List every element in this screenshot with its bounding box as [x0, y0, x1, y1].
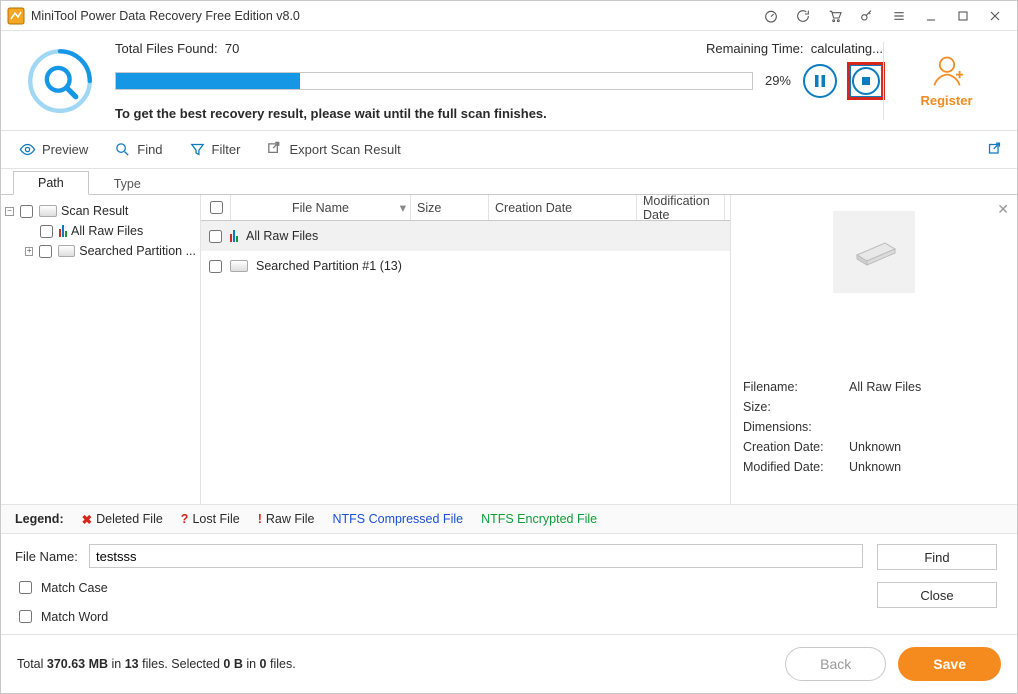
cart-icon[interactable] — [819, 1, 851, 31]
app-logo-icon — [7, 7, 25, 25]
sort-desc-icon: ▾ — [400, 200, 406, 215]
meta-cd-k: Creation Date: — [743, 440, 839, 454]
meta-md-k: Modified Date: — [743, 460, 839, 474]
filter-button[interactable]: Filter — [189, 141, 241, 158]
tab-type[interactable]: Type — [89, 172, 166, 195]
tree-item-label: Searched Partition ... — [79, 244, 196, 258]
thumbnail — [833, 211, 915, 293]
drive-icon — [230, 260, 248, 272]
total-files-label: Total Files Found: 70 — [115, 41, 239, 56]
share-icon[interactable] — [986, 141, 1003, 158]
scan-magnifier-icon — [25, 46, 95, 116]
menu-icon[interactable] — [883, 1, 915, 31]
key-icon[interactable] — [851, 1, 883, 31]
legend-raw: !Raw File — [258, 512, 315, 526]
match-case-checkbox[interactable] — [19, 581, 32, 594]
tree-item-label: All Raw Files — [71, 224, 143, 238]
details-pane: ✕ Filename: All Raw Files Size: Dimension… — [731, 195, 1017, 504]
legend-ntfs-encrypted: NTFS Encrypted File — [481, 512, 597, 526]
tree-pane: − Scan Result All Raw Files + Searched P… — [1, 195, 201, 504]
result-tabs: Path Type — [1, 169, 1017, 195]
col-filename[interactable]: File Name▾ — [231, 195, 411, 220]
match-word-label: Match Word — [41, 610, 108, 624]
drive-icon — [39, 205, 57, 217]
content-area: − Scan Result All Raw Files + Searched P… — [1, 195, 1017, 504]
meta-md-v: Unknown — [849, 460, 901, 474]
row-name: Searched Partition #1 (13) — [254, 259, 402, 273]
scan-hint: To get the best recovery result, please … — [115, 106, 883, 121]
user-add-icon — [929, 53, 965, 89]
tree-root-checkbox[interactable] — [20, 205, 33, 218]
drive-icon — [58, 245, 75, 257]
footer-bar: Total 370.63 MB in 13 files. Selected 0 … — [1, 635, 1017, 693]
toolbar: Preview Find Filter Export Scan Result — [1, 131, 1017, 169]
match-word-checkbox[interactable] — [19, 610, 32, 623]
expand-icon[interactable]: + — [25, 247, 33, 256]
back-button[interactable]: Back — [785, 647, 886, 681]
register-label[interactable]: Register — [920, 93, 972, 108]
register-panel[interactable]: Register — [883, 42, 993, 120]
stop-button[interactable] — [849, 64, 883, 98]
table-header: File Name▾ Size Creation Date Modificati… — [201, 195, 730, 221]
drive-large-icon — [851, 237, 897, 267]
close-action-button[interactable]: Close — [877, 582, 997, 608]
col-creation-date[interactable]: Creation Date — [489, 195, 637, 220]
legend-bar: Legend: ✖Deleted File ?Lost File !Raw Fi… — [1, 504, 1017, 534]
scan-progress-bar — [115, 72, 753, 90]
tree-item-raw[interactable]: All Raw Files — [5, 221, 196, 241]
speed-icon[interactable] — [755, 1, 787, 31]
meta-cd-v: Unknown — [849, 440, 901, 454]
meta-filename-v: All Raw Files — [849, 380, 921, 394]
col-size[interactable]: Size — [411, 195, 489, 220]
remaining-time: Remaining Time: calculating... — [706, 41, 883, 56]
scan-header: Total Files Found: 70 Remaining Time: ca… — [1, 31, 1017, 131]
window-title: MiniTool Power Data Recovery Free Editio… — [31, 9, 300, 23]
table-row[interactable]: Searched Partition #1 (13) — [201, 251, 730, 281]
collapse-icon[interactable]: − — [5, 207, 14, 216]
export-button[interactable]: Export Scan Result — [266, 141, 400, 158]
legend-deleted: ✖Deleted File — [82, 512, 163, 527]
table-row[interactable]: All Raw Files — [201, 221, 730, 251]
find-panel: File Name: Match Case Match Word Find Cl… — [1, 534, 1017, 635]
tree-item-checkbox[interactable] — [40, 225, 53, 238]
meta-dim-k: Dimensions: — [743, 420, 839, 434]
status-text: Total 370.63 MB in 13 files. Selected 0 … — [17, 657, 773, 671]
tree-item-checkbox[interactable] — [39, 245, 52, 258]
meta-filename-k: Filename: — [743, 380, 839, 394]
row-checkbox[interactable] — [209, 230, 222, 243]
raw-icon — [230, 230, 238, 242]
pause-button[interactable] — [803, 64, 837, 98]
header-checkbox[interactable] — [210, 201, 223, 214]
minimize-icon[interactable] — [915, 1, 947, 31]
titlebar: MiniTool Power Data Recovery Free Editio… — [1, 1, 1017, 31]
find-button[interactable]: Find — [114, 141, 162, 158]
raw-icon — [59, 225, 67, 237]
preview-button[interactable]: Preview — [19, 141, 88, 158]
tab-path[interactable]: Path — [13, 171, 89, 195]
col-modification-date[interactable]: Modification Date — [637, 195, 725, 220]
legend-ntfs-compressed: NTFS Compressed File — [332, 512, 463, 526]
legend-lost: ?Lost File — [181, 512, 240, 526]
find-action-button[interactable]: Find — [877, 544, 997, 570]
tree-root[interactable]: − Scan Result — [5, 201, 196, 221]
tree-root-label: Scan Result — [61, 204, 128, 218]
row-name: All Raw Files — [244, 229, 318, 243]
table-pane: File Name▾ Size Creation Date Modificati… — [201, 195, 731, 504]
total-files-value: 70 — [225, 41, 239, 56]
refresh-icon[interactable] — [787, 1, 819, 31]
meta-size-k: Size: — [743, 400, 839, 414]
details-close-icon[interactable]: ✕ — [997, 201, 1009, 218]
filename-label: File Name: — [15, 549, 79, 564]
legend-title: Legend: — [15, 512, 64, 526]
save-button[interactable]: Save — [898, 647, 1001, 681]
scan-percent: 29% — [765, 73, 791, 88]
filename-input[interactable] — [89, 544, 863, 568]
row-checkbox[interactable] — [209, 260, 222, 273]
maximize-icon[interactable] — [947, 1, 979, 31]
match-case-label: Match Case — [41, 581, 108, 595]
tree-item-partition[interactable]: + Searched Partition ... — [5, 241, 196, 261]
close-icon[interactable] — [979, 1, 1011, 31]
